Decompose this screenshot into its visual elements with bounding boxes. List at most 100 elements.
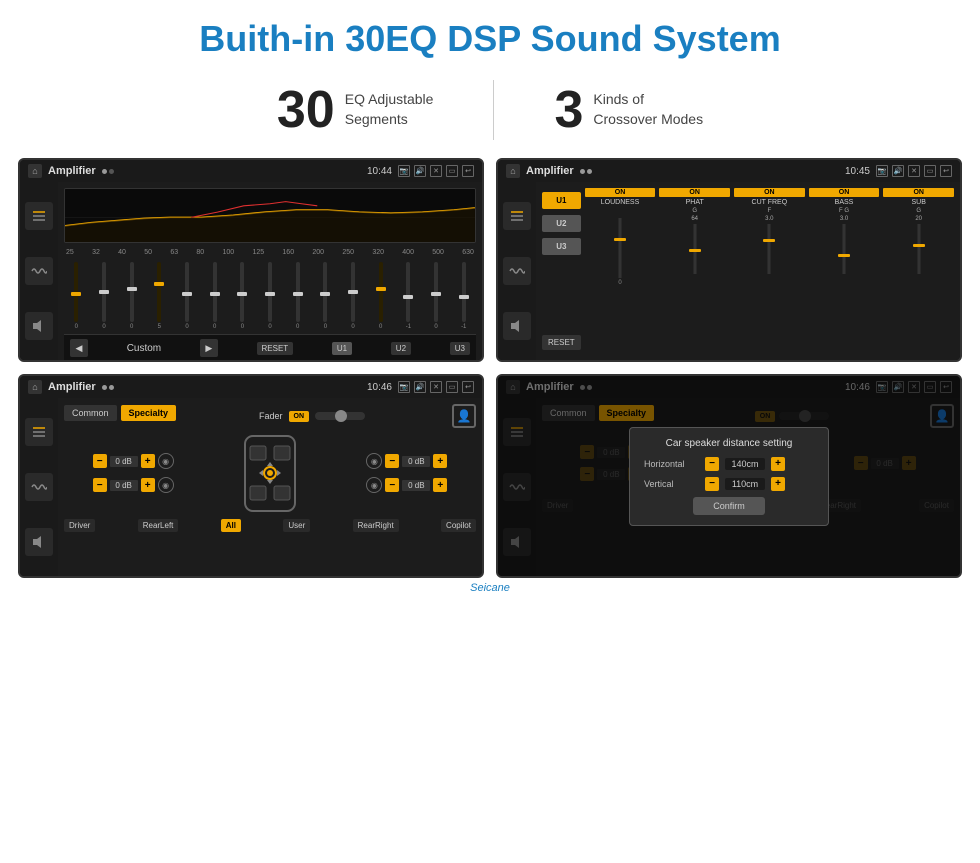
reset-btn[interactable]: RESET (257, 342, 294, 355)
slider-12[interactable]: 0 (368, 262, 393, 330)
db-fr-minus[interactable]: − (385, 454, 399, 468)
vertical-minus[interactable]: − (705, 477, 719, 491)
db-fl-plus[interactable]: + (141, 454, 155, 468)
slider-13[interactable]: -1 (396, 262, 421, 330)
u3-crossover-btn[interactable]: U3 (542, 238, 581, 255)
slider-3[interactable]: 0 (119, 262, 144, 330)
eq-bottom-bar: ◀ Custom ▶ RESET U1 U2 U3 (64, 334, 476, 361)
user-btn[interactable]: User (283, 519, 310, 532)
back-icon-3[interactable]: ↩ (462, 381, 474, 393)
vertical-plus[interactable]: + (771, 477, 785, 491)
back-icon-2[interactable]: ↩ (940, 165, 952, 177)
u2-btn[interactable]: U2 (391, 342, 411, 355)
horizontal-value: 140cm (725, 458, 765, 470)
volume-btn-2[interactable] (503, 312, 531, 340)
slider-9[interactable]: 0 (285, 262, 310, 330)
db-rl-minus[interactable]: − (93, 478, 107, 492)
db-fr-plus[interactable]: + (433, 454, 447, 468)
crossover-reset-btn[interactable]: RESET (542, 335, 581, 350)
tab-specialty-3[interactable]: Specialty (121, 405, 177, 421)
slider-11[interactable]: 0 (341, 262, 366, 330)
driver-btn[interactable]: Driver (64, 519, 95, 532)
slider-15[interactable]: -1 (451, 262, 476, 330)
db-rr-plus[interactable]: + (433, 478, 447, 492)
speaker-fr-icon: ◉ (366, 453, 382, 469)
sub-on-btn[interactable]: ON (883, 188, 954, 197)
slider-1[interactable]: 0 (64, 262, 89, 330)
fader-label: Fader (259, 411, 283, 421)
eq-chart (64, 188, 476, 243)
eq-btn[interactable] (25, 202, 53, 230)
home-icon-2[interactable]: ⌂ (506, 164, 520, 178)
dot-1 (102, 169, 107, 174)
home-icon[interactable]: ⌂ (28, 164, 42, 178)
db-rl-plus[interactable]: + (141, 478, 155, 492)
wave-btn[interactable] (25, 257, 53, 285)
volume-btn-3[interactable] (25, 528, 53, 556)
back-icon[interactable]: ↩ (462, 165, 474, 177)
close-icon[interactable]: ✕ (430, 165, 442, 177)
horizontal-minus[interactable]: − (705, 457, 719, 471)
slider-14[interactable]: 0 (424, 262, 449, 330)
play-btn[interactable]: ▶ (200, 339, 218, 357)
slider-6[interactable]: 0 (202, 262, 227, 330)
bass-on-btn[interactable]: ON (809, 188, 880, 197)
u1-btn[interactable]: U1 (332, 342, 352, 355)
crossover-channels: ON LOUDNESS 0 ON PHAT (585, 188, 954, 354)
tab-common-3[interactable]: Common (64, 405, 117, 421)
eq-sliders: 0 0 0 5 0 (64, 262, 476, 330)
wave-btn-2[interactable] (503, 257, 531, 285)
bottom-labels-3: Driver RearLeft All User RearRight Copil… (64, 519, 476, 532)
confirm-button[interactable]: Confirm (693, 497, 765, 515)
screen-3-title: Amplifier (48, 381, 96, 393)
screen-3-time: 10:46 (367, 382, 392, 393)
loudness-label: LOUDNESS (601, 199, 640, 206)
prev-btn[interactable]: ◀ (70, 339, 88, 357)
db-fl-minus[interactable]: − (93, 454, 107, 468)
volume-down-btn[interactable] (25, 312, 53, 340)
db-rl-value: 0 dB (110, 480, 138, 491)
home-icon-3[interactable]: ⌂ (28, 380, 42, 394)
copilot-btn[interactable]: Copilot (441, 519, 476, 532)
freq-125: 125 (252, 249, 264, 256)
speaker-fl-icon: ◉ (158, 453, 174, 469)
freq-32: 32 (92, 249, 100, 256)
slider-7[interactable]: 0 (230, 262, 255, 330)
wave-btn-3[interactable] (25, 473, 53, 501)
eq-btn-3[interactable] (25, 418, 53, 446)
window-icon[interactable]: ▭ (446, 165, 458, 177)
freq-50: 50 (144, 249, 152, 256)
horizontal-plus[interactable]: + (771, 457, 785, 471)
close-icon-3[interactable]: ✕ (430, 381, 442, 393)
custom-label: Custom (127, 343, 161, 354)
stat-crossover: 3 Kinds of Crossover Modes (494, 80, 763, 140)
window-icon-2[interactable]: ▭ (924, 165, 936, 177)
u3-btn[interactable]: U3 (450, 342, 470, 355)
loudness-on-btn[interactable]: ON (585, 188, 656, 197)
window-icon-3[interactable]: ▭ (446, 381, 458, 393)
eq-btn-2[interactable] (503, 202, 531, 230)
slider-10[interactable]: 0 (313, 262, 338, 330)
freq-320: 320 (372, 249, 384, 256)
freq-400: 400 (402, 249, 414, 256)
rearright-btn[interactable]: RearRight (353, 519, 399, 532)
topbar-dots (102, 169, 114, 174)
cutfreq-on-btn[interactable]: ON (734, 188, 805, 197)
slider-2[interactable]: 0 (92, 262, 117, 330)
slider-5[interactable]: 0 (175, 262, 200, 330)
db-rr-minus[interactable]: − (385, 478, 399, 492)
u2-crossover-btn[interactable]: U2 (542, 215, 581, 232)
slider-8[interactable]: 0 (258, 262, 283, 330)
vertical-value: 110cm (725, 478, 765, 490)
all-btn[interactable]: All (221, 519, 241, 532)
sub-label: SUB (911, 199, 925, 206)
close-icon-2[interactable]: ✕ (908, 165, 920, 177)
page-header: Buith-in 30EQ DSP Sound System (0, 0, 980, 70)
topbar-icons-3: 📷 🔊 ✕ ▭ ↩ (398, 381, 474, 393)
slider-4[interactable]: 5 (147, 262, 172, 330)
fader-on-btn[interactable]: ON (289, 411, 310, 422)
fader-slider[interactable] (315, 412, 365, 420)
rearleft-btn[interactable]: RearLeft (138, 519, 179, 532)
u1-crossover-btn[interactable]: U1 (542, 192, 581, 209)
phat-on-btn[interactable]: ON (659, 188, 730, 197)
